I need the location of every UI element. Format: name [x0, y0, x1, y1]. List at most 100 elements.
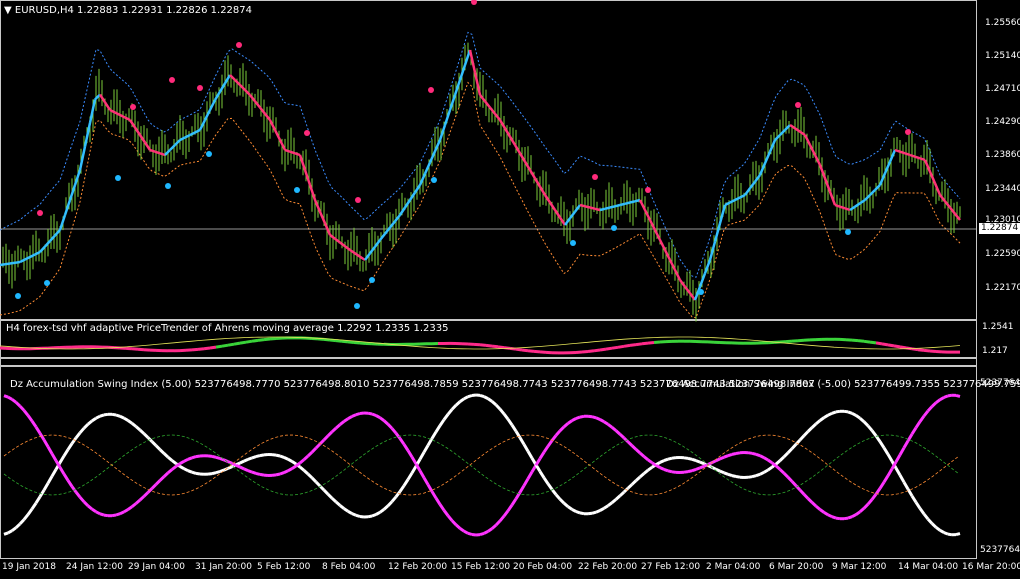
swing-magenta-segment: [115, 512, 121, 517]
trend-segment: [354, 252, 361, 258]
swing-white-segment: [251, 455, 257, 460]
swing-white-segment: [422, 444, 430, 454]
trender-segment: [269, 337, 277, 341]
swing-white-segment: [687, 456, 693, 461]
swing-magenta-segment: [651, 461, 657, 467]
swing-white-segment: [287, 457, 293, 463]
chart-canvas[interactable]: [0, 0, 1020, 579]
swing-index-title-right: Dz Accumulation Swing Index (-5.00) 5237…: [666, 379, 1020, 390]
signal-dot-up: [611, 225, 617, 231]
swing-magenta-segment: [659, 466, 665, 471]
swing-magenta-segment: [287, 467, 293, 473]
time-axis-label: 31 Jan 20:00: [195, 562, 252, 572]
swing-magenta-segment: [62, 473, 70, 482]
swing-white-segment: [835, 409, 841, 414]
trender-segment: [257, 338, 265, 342]
swing-magenta-segment: [306, 451, 314, 458]
swing-white-segment: [158, 448, 166, 455]
swing-white-segment: [630, 479, 638, 486]
swing-magenta-segment: [902, 440, 910, 449]
trend-segment: [789, 123, 796, 130]
swing-white-segment: [518, 436, 526, 446]
swing-white-segment: [930, 522, 938, 529]
swing-white-segment: [790, 443, 798, 450]
swing-white-segment: [367, 514, 373, 519]
trend-segment: [294, 152, 301, 157]
price-axis-label: 1.25140: [985, 51, 1020, 61]
swing-white-segment: [955, 532, 961, 537]
swing-magenta-segment: [283, 469, 289, 474]
trender-axis-low: 1.217: [982, 346, 1008, 356]
swing-white-segment: [371, 513, 377, 518]
swing-magenta-segment: [894, 454, 902, 463]
swing-magenta-segment: [275, 472, 281, 477]
swing-white-segment: [18, 518, 26, 525]
swing-magenta-segment: [103, 513, 109, 518]
swing-white-segment: [847, 410, 853, 415]
swing-magenta-segment: [943, 394, 949, 399]
swing-magenta-segment: [862, 503, 870, 510]
swing-magenta-segment: [471, 533, 477, 537]
swing-white-segment: [322, 489, 330, 496]
swing-magenta-segment: [111, 513, 117, 518]
trend-segment: [359, 255, 366, 262]
swing-white-segment: [767, 465, 773, 472]
swing-white-segment: [567, 505, 573, 511]
swing-magenta-segment: [731, 452, 737, 456]
trender-segment: [587, 349, 595, 353]
swing-white-segment: [82, 423, 90, 430]
swing-orange-band: [3, 434, 959, 496]
signal-dot-up: [369, 277, 375, 283]
swing-white-segment: [939, 528, 945, 534]
trend-segment: [844, 207, 851, 212]
signal-dot-down: [592, 174, 598, 180]
swing-white-segment: [859, 417, 865, 423]
swing-magenta-segment: [367, 411, 373, 416]
swing-white-segment: [855, 414, 861, 420]
trender-axis-high: 1.2541: [982, 322, 1014, 332]
swing-magenta-segment: [454, 523, 462, 530]
signal-dot-down: [169, 77, 175, 83]
swing-magenta-segment: [279, 471, 285, 476]
swing-white-segment: [207, 472, 213, 476]
swing-magenta-segment: [947, 393, 953, 398]
swing-magenta-segment: [66, 479, 74, 488]
swing-magenta-segment: [483, 530, 489, 535]
swing-magenta-segment: [546, 439, 554, 448]
swing-magenta-segment: [747, 451, 753, 455]
swing-magenta-segment: [479, 531, 485, 537]
trender-segment: [233, 341, 241, 346]
signal-dot-up: [15, 293, 21, 299]
signal-dot-down: [304, 130, 310, 136]
swing-white-segment: [463, 395, 469, 401]
swing-magenta-segment: [438, 503, 446, 512]
swing-magenta-segment: [558, 425, 566, 432]
swing-magenta-segment: [831, 515, 837, 520]
swing-magenta-segment: [683, 470, 689, 474]
swing-magenta-segment: [243, 467, 249, 472]
swing-magenta-segment: [487, 527, 493, 533]
swing-magenta-segment: [87, 504, 93, 511]
swing-magenta-segment: [878, 481, 886, 490]
swing-white-segment: [171, 459, 177, 465]
swing-white-segment: [131, 422, 137, 428]
swing-magenta-segment: [914, 420, 922, 429]
swing-magenta-segment: [158, 475, 166, 482]
trender-segment: [227, 342, 235, 347]
swing-magenta-segment: [135, 498, 141, 505]
swing-magenta-segment: [554, 429, 562, 437]
swing-magenta-segment: [95, 510, 101, 516]
swing-white-segment: [179, 465, 185, 471]
swing-magenta-segment: [518, 484, 526, 494]
trend-segment: [854, 202, 861, 208]
swing-white-segment: [558, 498, 566, 505]
trender-segment: [239, 340, 247, 345]
swing-white-segment: [58, 455, 66, 464]
swing-magenta-segment: [522, 478, 530, 487]
swing-magenta-segment: [618, 433, 626, 440]
swing-white-segment: [775, 459, 781, 466]
swing-white-segment: [402, 478, 410, 487]
swing-magenta-segment: [299, 458, 305, 465]
swing-magenta-segment: [510, 497, 518, 506]
symbol-header[interactable]: ▼ EURUSD,H4 1.22883 1.22931 1.22826 1.22…: [4, 5, 252, 16]
